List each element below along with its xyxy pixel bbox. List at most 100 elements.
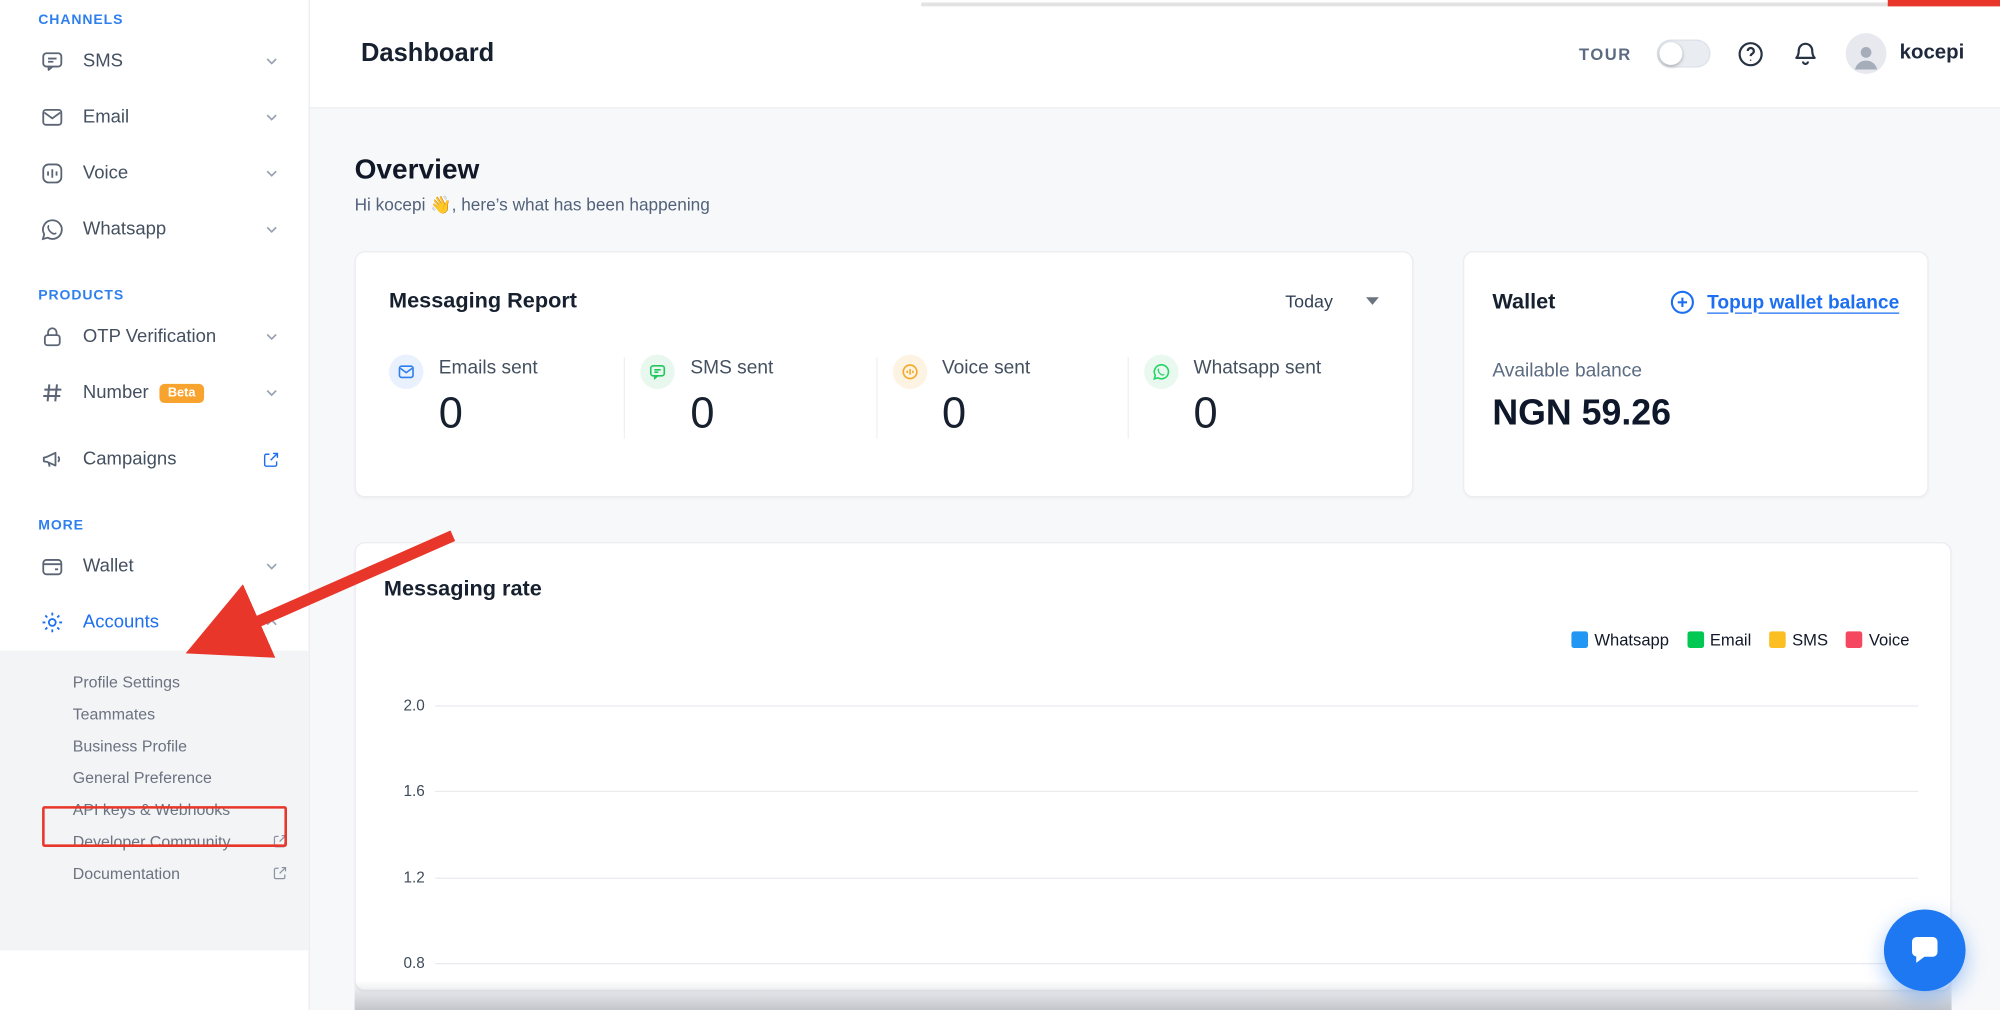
wallet-icon — [38, 552, 66, 580]
tour-label: TOUR — [1579, 44, 1632, 63]
beta-badge: Beta — [159, 383, 205, 402]
lock-icon — [38, 323, 66, 351]
chat-widget-button[interactable] — [1884, 909, 1966, 991]
email-icon — [389, 355, 423, 389]
avatar — [1846, 33, 1887, 74]
sidebar-item-label: Voice — [83, 163, 263, 183]
sidebar-item-label: Campaigns — [83, 449, 262, 469]
chevron-down-icon — [263, 52, 281, 70]
topup-wallet-link[interactable]: Topup wallet balance — [1669, 288, 1899, 316]
sidebar-item-label: OTP Verification — [83, 327, 263, 347]
wallet-card: Wallet Topup wallet balance Available ba… — [1463, 251, 1929, 497]
sidebar-item-whatsapp[interactable]: Whatsapp — [0, 202, 309, 258]
chevron-up-icon — [263, 614, 281, 632]
email-icon — [38, 103, 66, 131]
stat-label: Voice sent — [942, 357, 1030, 379]
sidebar-item-email[interactable]: Email — [0, 89, 309, 145]
sidebar-item-label: Number — [83, 383, 149, 403]
submenu-item-profile-settings[interactable]: Profile Settings — [0, 666, 309, 698]
voice-icon — [38, 159, 66, 187]
stat-label: SMS sent — [690, 357, 773, 379]
tour-toggle[interactable] — [1657, 40, 1711, 68]
gridline: 1.2 — [435, 878, 1918, 879]
sidebar-item-sms[interactable]: SMS — [0, 33, 309, 89]
sidebar-item-label: SMS — [83, 51, 263, 71]
help-icon[interactable] — [1736, 39, 1765, 68]
legend-item-email: Email — [1687, 630, 1751, 649]
sidebar-item-campaigns[interactable]: Campaigns — [0, 431, 309, 487]
external-link-icon — [272, 865, 289, 882]
legend-swatch — [1769, 631, 1786, 648]
toggle-knob — [1660, 42, 1683, 65]
stat-emails-sent: Emails sent 0 — [389, 357, 624, 439]
submenu-item-label: Business Profile — [73, 737, 289, 755]
submenu-item-api-keys-webhooks[interactable]: API keys & Webhooks — [0, 793, 309, 825]
notifications-bell-icon[interactable] — [1791, 39, 1820, 68]
period-dropdown[interactable]: Today — [1285, 291, 1379, 311]
legend-label: SMS — [1792, 630, 1828, 649]
sidebar-section-products: PRODUCTS — [38, 288, 308, 303]
voice-icon — [892, 355, 926, 389]
submenu-item-label: API keys & Webhooks — [73, 800, 289, 818]
chevron-down-icon — [263, 108, 281, 126]
submenu-item-label: Teammates — [73, 705, 289, 723]
y-tick-label: 1.2 — [374, 869, 425, 887]
submenu-item-general-preference[interactable]: General Preference — [0, 761, 309, 793]
chat-bubble-icon — [1904, 930, 1945, 971]
sidebar-item-voice[interactable]: Voice — [0, 145, 309, 201]
stat-whatsapp-sent: Whatsapp sent 0 — [1127, 357, 1379, 439]
app-viewport: CHANNELS SMS Email Voice — [0, 0, 2000, 1010]
chevron-down-icon — [263, 557, 281, 575]
whatsapp-icon — [1144, 355, 1178, 389]
stat-sms-sent: SMS sent 0 — [624, 357, 876, 439]
page-title: Dashboard — [361, 39, 494, 68]
gridline: 0.8 — [435, 963, 1918, 964]
legend-item-whatsapp: Whatsapp — [1571, 630, 1669, 649]
user-menu[interactable]: kocepi — [1846, 33, 1964, 74]
topbar: Dashboard TOUR kocepi — [310, 0, 2000, 108]
sidebar-item-label: Whatsapp — [83, 219, 263, 239]
cut-off-red-element — [1888, 0, 2000, 6]
gear-icon — [38, 608, 66, 636]
submenu-item-label: Profile Settings — [73, 673, 289, 691]
sidebar-item-label: Wallet — [83, 556, 263, 576]
submenu-item-teammates[interactable]: Teammates — [0, 698, 309, 730]
sidebar-item-wallet[interactable]: Wallet — [0, 538, 309, 594]
sidebar-item-label: Email — [83, 107, 263, 127]
chevron-down-icon — [1366, 297, 1379, 305]
gridline: 1.6 — [435, 791, 1918, 792]
sidebar: CHANNELS SMS Email Voice — [0, 0, 310, 1010]
submenu-item-label: General Preference — [73, 768, 289, 786]
plus-circle-icon — [1669, 288, 1697, 316]
messaging-rate-card: Messaging rate Whatsapp Email SMS Voice … — [355, 542, 1952, 991]
submenu-item-business-profile[interactable]: Business Profile — [0, 730, 309, 762]
window-top-edge — [921, 3, 1990, 7]
chevron-down-icon — [263, 384, 281, 402]
hash-icon — [38, 379, 66, 407]
external-link-icon — [261, 450, 280, 469]
submenu-item-label: Documentation — [73, 864, 272, 882]
wallet-title: Wallet — [1492, 290, 1555, 316]
legend-label: Voice — [1869, 630, 1910, 649]
sidebar-item-label: Accounts — [83, 612, 263, 632]
overview-subtitle: Hi kocepi 👋, here’s what has been happen… — [355, 195, 710, 215]
stat-value: 0 — [942, 389, 1030, 439]
stat-value: 0 — [1194, 389, 1322, 439]
available-balance-value: NGN 59.26 — [1492, 393, 1899, 434]
stat-label: Whatsapp sent — [1194, 357, 1322, 379]
legend-item-voice: Voice — [1846, 630, 1910, 649]
accounts-submenu: Profile Settings Teammates Business Prof… — [0, 651, 309, 951]
submenu-item-developer-community[interactable]: Developer Community — [0, 825, 309, 857]
y-tick-label: 0.8 — [374, 954, 425, 972]
submenu-item-documentation[interactable]: Documentation — [0, 857, 309, 889]
main-area: Dashboard TOUR kocepi Overview — [310, 0, 2000, 1010]
sidebar-section-more: MORE — [38, 518, 308, 533]
sidebar-item-number[interactable]: Number Beta — [0, 365, 309, 421]
topup-label: Topup wallet balance — [1707, 291, 1899, 313]
sidebar-item-accounts[interactable]: Accounts — [0, 594, 309, 650]
campaigns-icon — [38, 445, 66, 473]
overview-title: Overview — [355, 153, 710, 186]
messaging-rate-title: Messaging rate — [384, 577, 542, 601]
sidebar-item-otp-verification[interactable]: OTP Verification — [0, 309, 309, 365]
chevron-down-icon — [263, 221, 281, 239]
